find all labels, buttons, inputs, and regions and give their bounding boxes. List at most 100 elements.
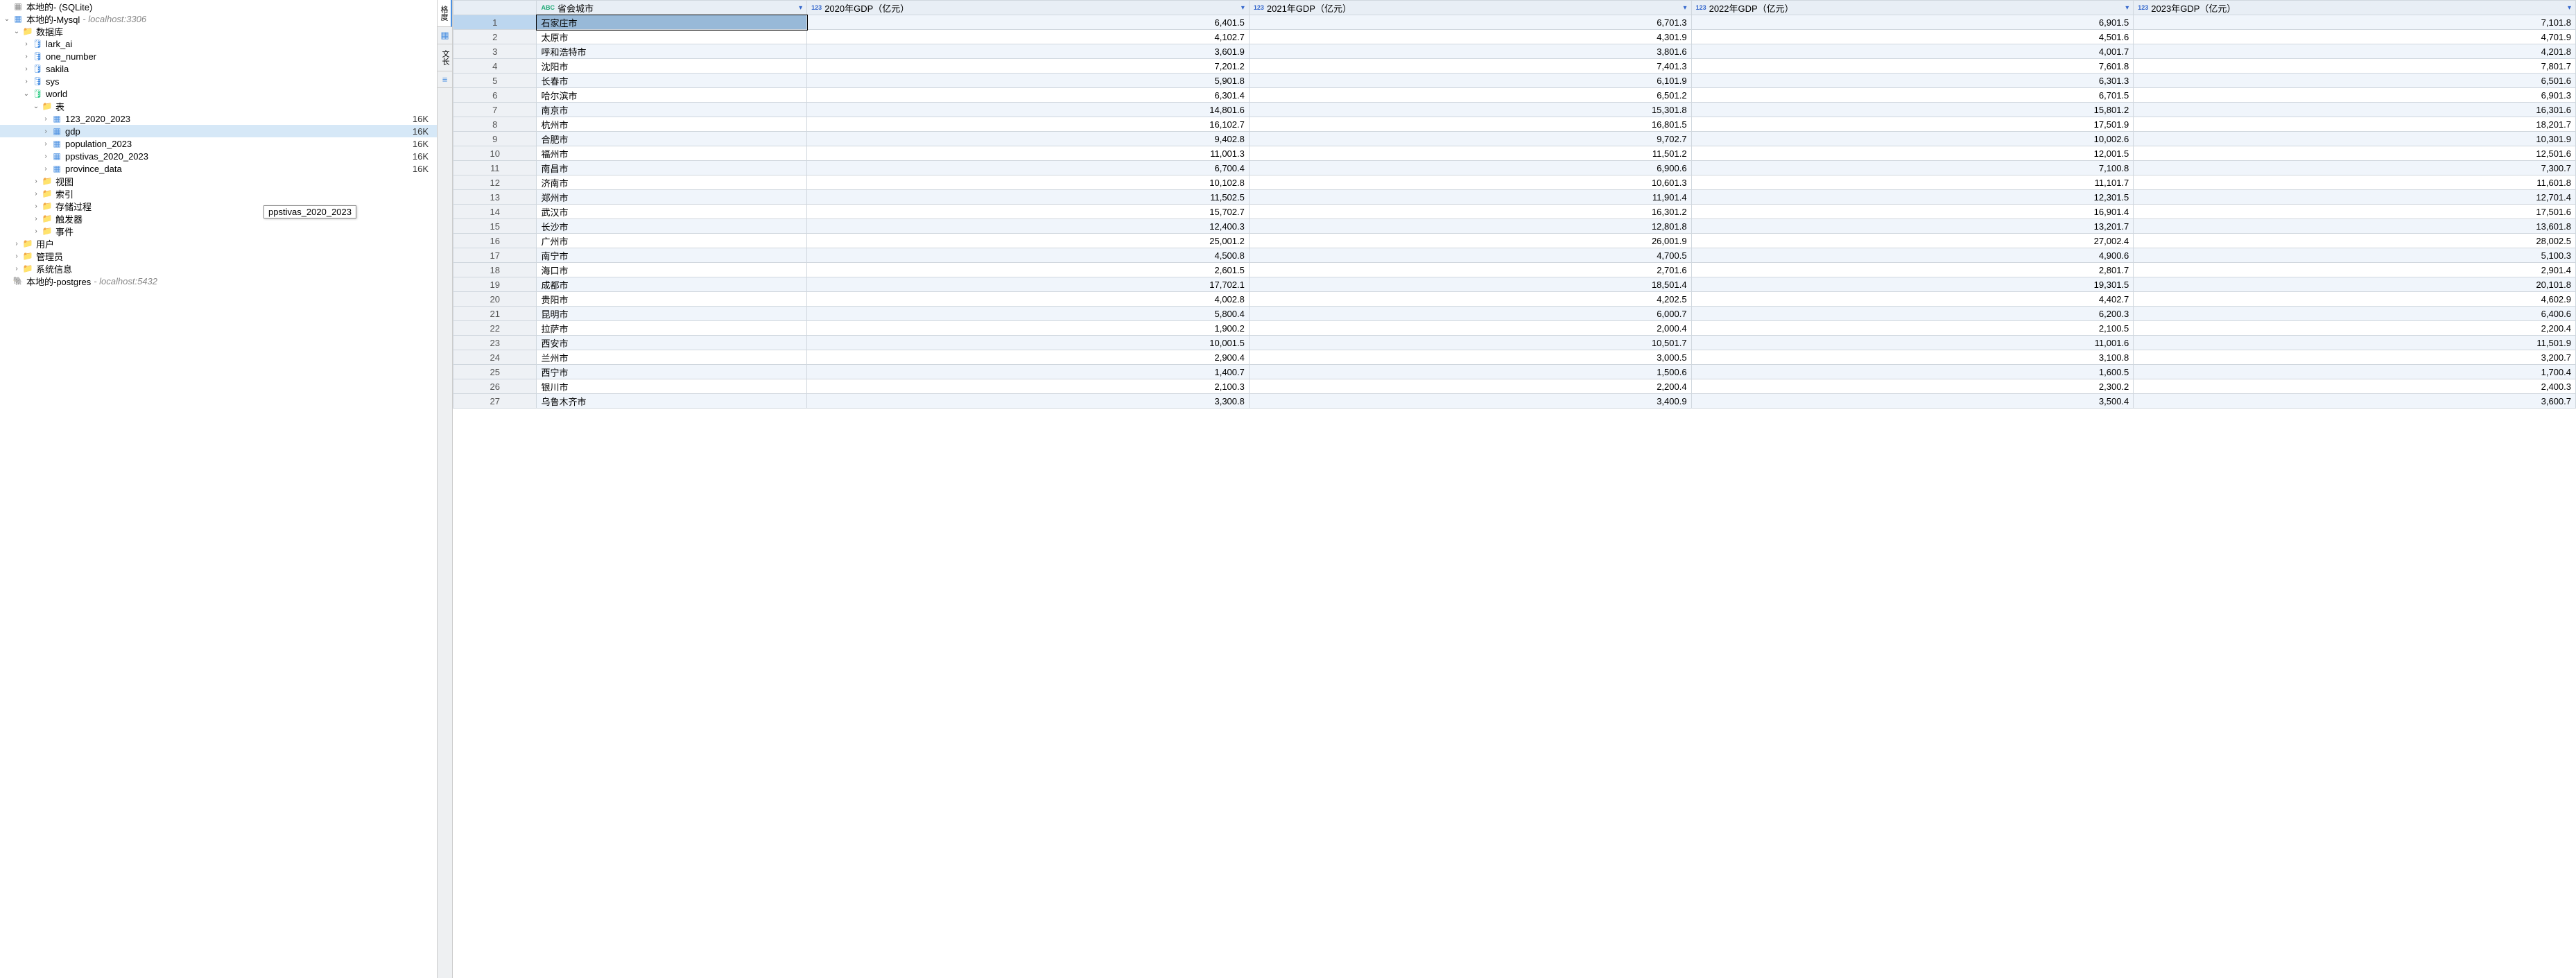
cell-gdp[interactable]: 2,200.4 [1249, 379, 1691, 394]
cell-gdp[interactable]: 4,002.8 [807, 292, 1250, 307]
cell-gdp[interactable]: 13,201.7 [1691, 219, 2134, 234]
cell-gdp[interactable]: 16,102.7 [807, 117, 1250, 132]
row-number[interactable]: 11 [453, 161, 537, 175]
cell-gdp[interactable]: 4,602.9 [2134, 292, 2576, 307]
table-row[interactable]: 24兰州市2,900.43,000.53,100.83,200.7 [453, 350, 2576, 365]
table-row[interactable]: 5长春市5,901.86,101.96,301.36,501.6 [453, 74, 2576, 88]
cell-gdp[interactable]: 11,601.8 [2134, 175, 2576, 190]
conn-postgres[interactable]: 🐘 本地的-postgres - localhost:5432 [0, 275, 437, 287]
cell-city[interactable]: 郑州市 [537, 190, 807, 205]
row-number[interactable]: 21 [453, 307, 537, 321]
row-number[interactable]: 16 [453, 234, 537, 248]
cell-gdp[interactable]: 4,201.8 [2134, 44, 2576, 59]
db-sys[interactable]: › 🛢 sys [0, 75, 437, 87]
col-header-gdp-2023[interactable]: 123 2023年GDP（亿元） ▾ [2134, 1, 2576, 15]
row-number[interactable]: 5 [453, 74, 537, 88]
cell-gdp[interactable]: 1,900.2 [807, 321, 1250, 336]
table-row[interactable]: 21昆明市5,800.46,000.76,200.36,400.6 [453, 307, 2576, 321]
cell-gdp[interactable]: 17,501.9 [1691, 117, 2134, 132]
row-number[interactable]: 22 [453, 321, 537, 336]
cell-gdp[interactable]: 16,901.4 [1691, 205, 2134, 219]
cell-gdp[interactable]: 6,101.9 [1249, 74, 1691, 88]
cell-city[interactable]: 银川市 [537, 379, 807, 394]
row-number[interactable]: 25 [453, 365, 537, 379]
cell-gdp[interactable]: 16,301.2 [1249, 205, 1691, 219]
cell-city[interactable]: 昆明市 [537, 307, 807, 321]
table-row[interactable]: 23西安市10,001.510,501.711,001.611,501.9 [453, 336, 2576, 350]
row-number[interactable]: 1 [453, 15, 537, 30]
cell-gdp[interactable]: 16,801.5 [1249, 117, 1691, 132]
cell-gdp[interactable]: 15,702.7 [807, 205, 1250, 219]
row-number[interactable]: 17 [453, 248, 537, 263]
row-number[interactable]: 13 [453, 190, 537, 205]
cell-gdp[interactable]: 12,701.4 [2134, 190, 2576, 205]
table-row[interactable]: 13郑州市11,502.511,901.412,301.512,701.4 [453, 190, 2576, 205]
cell-gdp[interactable]: 6,901.3 [2134, 88, 2576, 103]
col-header-city[interactable]: ABC 省会城市 ▾ [537, 1, 807, 15]
cell-gdp[interactable]: 3,801.6 [1249, 44, 1691, 59]
triggers-folder[interactable]: › 📁 触发器 [0, 212, 437, 225]
cell-gdp[interactable]: 4,900.6 [1691, 248, 2134, 263]
cell-gdp[interactable]: 3,601.9 [807, 44, 1250, 59]
data-grid[interactable]: ABC 省会城市 ▾ 123 2020年GDP（亿元） ▾ 123 20 [453, 0, 2576, 978]
cell-gdp[interactable]: 6,701.5 [1691, 88, 2134, 103]
grid-mode-icon[interactable]: ▦ [438, 27, 452, 44]
cell-gdp[interactable]: 4,102.7 [807, 30, 1250, 44]
admins-folder[interactable]: › 📁 管理员 [0, 250, 437, 262]
views-folder[interactable]: › 📁 视图 [0, 175, 437, 187]
table-row[interactable]: 15长沙市12,400.312,801.813,201.713,601.8 [453, 219, 2576, 234]
cell-gdp[interactable]: 2,400.3 [2134, 379, 2576, 394]
table-row[interactable]: 18海口市2,601.52,701.62,801.72,901.4 [453, 263, 2576, 277]
cell-gdp[interactable]: 7,401.3 [1249, 59, 1691, 74]
cell-gdp[interactable]: 18,201.7 [2134, 117, 2576, 132]
row-number[interactable]: 2 [453, 30, 537, 44]
cell-gdp[interactable]: 10,601.3 [1249, 175, 1691, 190]
cell-gdp[interactable]: 17,702.1 [807, 277, 1250, 292]
cell-city[interactable]: 呼和浩特市 [537, 44, 807, 59]
cell-gdp[interactable]: 3,600.7 [2134, 394, 2576, 409]
cell-gdp[interactable]: 11,501.9 [2134, 336, 2576, 350]
cell-city[interactable]: 合肥市 [537, 132, 807, 146]
cell-gdp[interactable]: 3,200.7 [2134, 350, 2576, 365]
table-row[interactable]: 4沈阳市7,201.27,401.37,601.87,801.7 [453, 59, 2576, 74]
cell-gdp[interactable]: 13,601.8 [2134, 219, 2576, 234]
cell-city[interactable]: 贵阳市 [537, 292, 807, 307]
cell-gdp[interactable]: 4,701.9 [2134, 30, 2576, 44]
cell-gdp[interactable]: 10,002.6 [1691, 132, 2134, 146]
conn-mysql[interactable]: ⌄ ▦ 本地的-Mysql - localhost:3306 [0, 12, 437, 25]
row-number[interactable]: 23 [453, 336, 537, 350]
table-row[interactable]: 17南宁市4,500.84,700.54,900.65,100.3 [453, 248, 2576, 263]
cell-gdp[interactable]: 2,100.3 [807, 379, 1250, 394]
row-number[interactable]: 19 [453, 277, 537, 292]
cell-gdp[interactable]: 6,501.6 [2134, 74, 2576, 88]
cell-gdp[interactable]: 25,001.2 [807, 234, 1250, 248]
cell-gdp[interactable]: 4,402.7 [1691, 292, 2134, 307]
cell-gdp[interactable]: 1,500.6 [1249, 365, 1691, 379]
cell-gdp[interactable]: 7,201.2 [807, 59, 1250, 74]
row-number[interactable]: 24 [453, 350, 537, 365]
cell-city[interactable]: 南昌市 [537, 161, 807, 175]
cell-gdp[interactable]: 3,300.8 [807, 394, 1250, 409]
row-number[interactable]: 20 [453, 292, 537, 307]
cell-gdp[interactable]: 18,501.4 [1249, 277, 1691, 292]
table-population-2023[interactable]: › ▦ population_2023 16K [0, 137, 437, 150]
cell-gdp[interactable]: 6,000.7 [1249, 307, 1691, 321]
cell-gdp[interactable]: 20,101.8 [2134, 277, 2576, 292]
cell-city[interactable]: 南京市 [537, 103, 807, 117]
cell-city[interactable]: 乌鲁木齐市 [537, 394, 807, 409]
cell-city[interactable]: 杭州市 [537, 117, 807, 132]
cell-city[interactable]: 太原市 [537, 30, 807, 44]
db-sakila[interactable]: › 🛢 sakila [0, 62, 437, 75]
row-number[interactable]: 15 [453, 219, 537, 234]
tab-text[interactable]: 文长 [438, 44, 452, 71]
dropdown-icon[interactable]: ▾ [2568, 4, 2571, 12]
cell-gdp[interactable]: 6,200.3 [1691, 307, 2134, 321]
cell-gdp[interactable]: 6,400.6 [2134, 307, 2576, 321]
cell-city[interactable]: 福州市 [537, 146, 807, 161]
row-number[interactable]: 27 [453, 394, 537, 409]
cell-city[interactable]: 武汉市 [537, 205, 807, 219]
cell-gdp[interactable]: 12,400.3 [807, 219, 1250, 234]
row-number[interactable]: 6 [453, 88, 537, 103]
cell-gdp[interactable]: 2,801.7 [1691, 263, 2134, 277]
conn-sqlite[interactable]: ▦ 本地的- (SQLite) [0, 0, 437, 12]
